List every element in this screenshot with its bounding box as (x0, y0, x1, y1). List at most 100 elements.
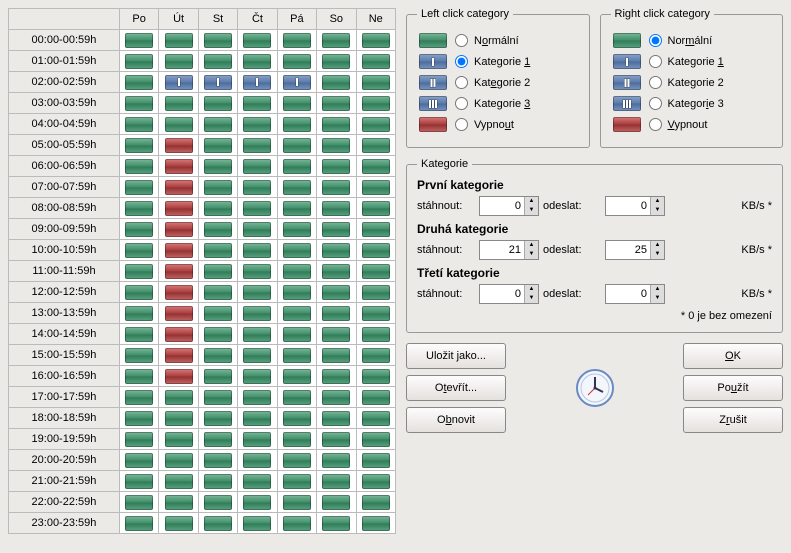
schedule-cell[interactable] (198, 51, 237, 72)
category-radio-cat2[interactable] (455, 76, 468, 89)
schedule-cell[interactable] (277, 282, 316, 303)
spin-up-icon[interactable]: ▲ (525, 197, 538, 206)
spin-down-icon[interactable]: ▼ (651, 250, 664, 259)
schedule-cell[interactable] (159, 51, 198, 72)
schedule-cell[interactable] (317, 471, 356, 492)
schedule-cell[interactable] (317, 51, 356, 72)
category-radio-off[interactable] (455, 118, 468, 131)
schedule-cell[interactable] (317, 177, 356, 198)
schedule-cell[interactable] (277, 303, 316, 324)
schedule-cell[interactable] (317, 450, 356, 471)
schedule-cell[interactable] (277, 366, 316, 387)
upload-input[interactable] (606, 286, 650, 302)
schedule-cell[interactable] (159, 324, 198, 345)
schedule-cell[interactable] (238, 408, 277, 429)
schedule-cell[interactable] (119, 261, 158, 282)
schedule-cell[interactable] (238, 51, 277, 72)
category-radio-cat3[interactable] (649, 97, 662, 110)
schedule-cell[interactable] (198, 135, 237, 156)
schedule-cell[interactable] (159, 177, 198, 198)
schedule-cell[interactable] (277, 408, 316, 429)
schedule-cell[interactable] (198, 93, 237, 114)
category-label[interactable]: Normální (668, 35, 713, 47)
schedule-cell[interactable] (119, 177, 158, 198)
schedule-cell[interactable] (238, 429, 277, 450)
schedule-cell[interactable] (119, 345, 158, 366)
spin-down-icon[interactable]: ▼ (525, 294, 538, 303)
schedule-cell[interactable] (356, 240, 395, 261)
schedule-cell[interactable] (317, 282, 356, 303)
schedule-cell[interactable] (119, 219, 158, 240)
spin-down-icon[interactable]: ▼ (525, 250, 538, 259)
schedule-cell[interactable] (277, 240, 316, 261)
schedule-cell[interactable] (277, 513, 316, 534)
schedule-cell[interactable] (238, 345, 277, 366)
schedule-cell[interactable] (159, 240, 198, 261)
schedule-cell[interactable] (356, 156, 395, 177)
save-as-button[interactable]: Uložit jako... (406, 343, 506, 369)
schedule-cell[interactable] (317, 93, 356, 114)
schedule-cell[interactable] (356, 303, 395, 324)
schedule-cell[interactable] (159, 282, 198, 303)
schedule-cell[interactable] (198, 177, 237, 198)
schedule-cell[interactable] (277, 492, 316, 513)
schedule-cell[interactable] (159, 387, 198, 408)
schedule-cell[interactable] (238, 471, 277, 492)
schedule-cell[interactable] (119, 114, 158, 135)
schedule-cell[interactable] (277, 114, 316, 135)
category-radio-cat2[interactable] (649, 76, 662, 89)
schedule-cell[interactable] (159, 450, 198, 471)
schedule-cell[interactable] (119, 51, 158, 72)
schedule-cell[interactable] (238, 156, 277, 177)
schedule-cell[interactable] (356, 282, 395, 303)
schedule-cell[interactable] (159, 471, 198, 492)
schedule-cell[interactable] (277, 51, 316, 72)
schedule-cell[interactable] (238, 513, 277, 534)
schedule-cell[interactable] (159, 135, 198, 156)
schedule-cell[interactable] (277, 450, 316, 471)
spin-up-icon[interactable]: ▲ (525, 285, 538, 294)
schedule-cell[interactable] (198, 198, 237, 219)
schedule-cell[interactable] (238, 492, 277, 513)
schedule-cell[interactable] (238, 261, 277, 282)
schedule-cell[interactable] (119, 408, 158, 429)
schedule-cell[interactable] (159, 30, 198, 51)
schedule-cell[interactable] (277, 387, 316, 408)
schedule-cell[interactable] (356, 135, 395, 156)
schedule-cell[interactable] (198, 408, 237, 429)
schedule-cell[interactable] (198, 261, 237, 282)
schedule-cell[interactable] (238, 240, 277, 261)
schedule-cell[interactable] (238, 303, 277, 324)
schedule-cell[interactable] (198, 345, 237, 366)
open-button[interactable]: Otevřít... (406, 375, 506, 401)
schedule-cell[interactable] (159, 492, 198, 513)
schedule-cell[interactable] (356, 429, 395, 450)
schedule-cell[interactable] (277, 345, 316, 366)
schedule-cell[interactable] (159, 408, 198, 429)
schedule-cell[interactable] (238, 387, 277, 408)
spin-down-icon[interactable]: ▼ (651, 206, 664, 215)
schedule-cell[interactable] (159, 72, 198, 93)
schedule-cell[interactable] (198, 282, 237, 303)
schedule-cell[interactable] (238, 450, 277, 471)
spin-up-icon[interactable]: ▲ (651, 241, 664, 250)
schedule-cell[interactable] (119, 450, 158, 471)
category-label[interactable]: Kategorie 3 (474, 98, 530, 110)
schedule-cell[interactable] (159, 303, 198, 324)
schedule-cell[interactable] (317, 387, 356, 408)
schedule-cell[interactable] (317, 72, 356, 93)
schedule-cell[interactable] (198, 366, 237, 387)
schedule-cell[interactable] (198, 513, 237, 534)
schedule-cell[interactable] (277, 156, 316, 177)
schedule-cell[interactable] (198, 219, 237, 240)
schedule-cell[interactable] (159, 366, 198, 387)
category-label[interactable]: Kategorie 3 (668, 98, 724, 110)
schedule-cell[interactable] (238, 366, 277, 387)
schedule-cell[interactable] (119, 303, 158, 324)
schedule-cell[interactable] (198, 450, 237, 471)
schedule-cell[interactable] (356, 387, 395, 408)
category-label[interactable]: Kategorie 2 (474, 77, 530, 89)
schedule-cell[interactable] (198, 30, 237, 51)
schedule-cell[interactable] (317, 492, 356, 513)
schedule-cell[interactable] (119, 93, 158, 114)
